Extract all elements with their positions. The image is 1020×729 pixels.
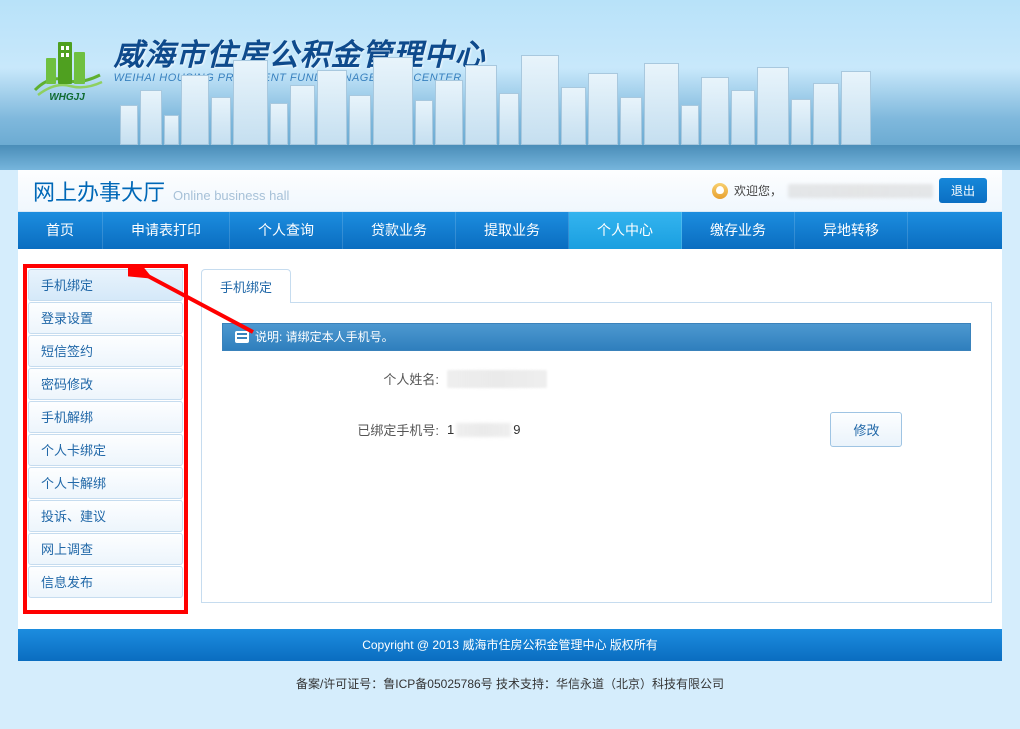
sidebar-item-password[interactable]: 密码修改 — [28, 368, 183, 400]
sidebar-item-survey[interactable]: 网上调查 — [28, 533, 183, 565]
phone-prefix: 1 — [447, 422, 454, 437]
page-title-cn: 网上办事大厅 — [33, 175, 165, 207]
sidebar-item-sms-sign[interactable]: 短信签约 — [28, 335, 183, 367]
header-banner: WHGJJ 威海市住房公积金管理中心 WEIHAI HOUSING PROVID… — [0, 0, 1020, 170]
sidebar-item-card-unbind[interactable]: 个人卡解绑 — [28, 467, 183, 499]
sidebar-item-info-publish[interactable]: 信息发布 — [28, 566, 183, 598]
page-title-en: Online business hall — [173, 188, 289, 203]
skyline-buildings — [120, 55, 1020, 145]
footer-record-info: 备案/许可证号：鲁ICP备05025786号 技术支持：华信永道（北京）科技有限… — [0, 661, 1020, 706]
phone-value: 1 9 — [447, 422, 520, 437]
nav-print[interactable]: 申请表打印 — [103, 212, 230, 249]
sidebar-item-card-bind[interactable]: 个人卡绑定 — [28, 434, 183, 466]
name-label: 个人姓名: — [222, 369, 447, 388]
panel-body: 说明: 请绑定本人手机号。 个人姓名: 已绑定手机号: 1 9 — [201, 303, 992, 603]
sidebar-item-complaint[interactable]: 投诉、建议 — [28, 500, 183, 532]
form-row-phone: 已绑定手机号: 1 9 修改 — [222, 412, 971, 447]
info-icon — [235, 331, 249, 343]
water-reflection — [0, 145, 1020, 170]
page-title-bar: 网上办事大厅 Online business hall 欢迎您， 退出 — [18, 170, 1002, 212]
logout-button[interactable]: 退出 — [939, 178, 987, 203]
main-panel: 手机绑定 说明: 请绑定本人手机号。 个人姓名: 已绑定手机号: 1 — [201, 269, 992, 609]
user-name-redacted — [788, 184, 933, 198]
info-text: 说明: 请绑定本人手机号。 — [255, 323, 394, 351]
nav-loan[interactable]: 贷款业务 — [343, 212, 456, 249]
phone-middle-redacted — [456, 423, 511, 437]
form-row-name: 个人姓名: — [222, 369, 971, 388]
sidebar-item-phone-unbind[interactable]: 手机解绑 — [28, 401, 183, 433]
user-icon — [712, 183, 728, 199]
phone-suffix: 9 — [513, 422, 520, 437]
form-area: 个人姓名: 已绑定手机号: 1 9 修改 — [222, 351, 971, 489]
tab-phone-bind[interactable]: 手机绑定 — [201, 269, 291, 303]
tab-header: 手机绑定 — [201, 269, 992, 303]
nav-bar: 首页 申请表打印 个人查询 贷款业务 提取业务 个人中心 缴存业务 异地转移 — [18, 212, 1002, 249]
nav-query[interactable]: 个人查询 — [230, 212, 343, 249]
content-area: 手机绑定 登录设置 短信签约 密码修改 手机解绑 个人卡绑定 个人卡解绑 投诉、… — [18, 249, 1002, 629]
main-container: 网上办事大厅 Online business hall 欢迎您， 退出 首页 申… — [18, 170, 1002, 661]
sidebar-item-phone-bind[interactable]: 手机绑定 — [28, 269, 183, 301]
nav-home[interactable]: 首页 — [18, 212, 103, 249]
info-bar: 说明: 请绑定本人手机号。 — [222, 323, 971, 351]
welcome-text: 欢迎您， — [734, 182, 782, 199]
name-value-redacted — [447, 370, 547, 388]
modify-button[interactable]: 修改 — [830, 412, 902, 447]
sidebar-item-login-settings[interactable]: 登录设置 — [28, 302, 183, 334]
nav-transfer[interactable]: 异地转移 — [795, 212, 908, 249]
svg-text:WHGJJ: WHGJJ — [49, 92, 85, 100]
nav-withdraw[interactable]: 提取业务 — [456, 212, 569, 249]
nav-deposit[interactable]: 缴存业务 — [682, 212, 795, 249]
logo-icon: WHGJJ — [30, 30, 105, 100]
footer-copyright: Copyright @ 2013 威海市住房公积金管理中心 版权所有 — [18, 629, 1002, 661]
phone-label: 已绑定手机号: — [222, 420, 447, 439]
nav-personal-center[interactable]: 个人中心 — [569, 212, 682, 249]
sidebar: 手机绑定 登录设置 短信签约 密码修改 手机解绑 个人卡绑定 个人卡解绑 投诉、… — [28, 269, 183, 609]
